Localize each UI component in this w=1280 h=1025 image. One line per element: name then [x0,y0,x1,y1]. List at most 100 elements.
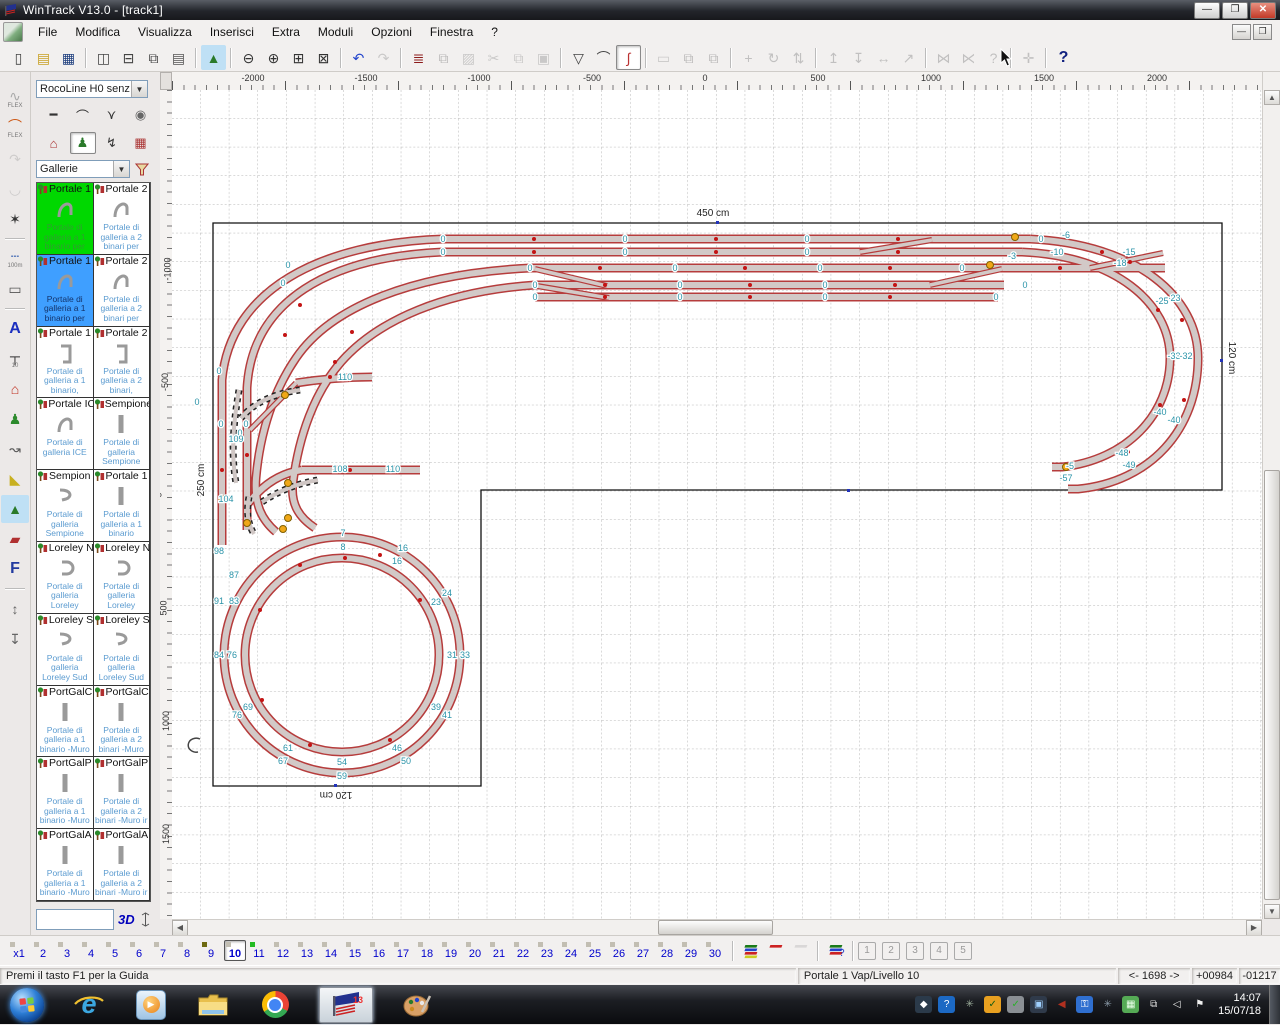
library-item[interactable]: PortGalPPortale di galleria a 1 binario … [37,757,94,829]
level-14-button[interactable]: 14 [320,940,342,961]
mute-icon[interactable]: ◀ [1053,996,1070,1013]
chevron-down-icon[interactable]: ▼ [131,81,147,97]
library-item[interactable]: PortGalAPortale di galleria a 1 binario … [37,829,94,901]
library-item[interactable]: PortGalCPortale di galleria a 1 binario … [37,686,94,758]
level-15-button[interactable]: 15 [344,940,366,961]
flex-20-button[interactable]: ⌒FLEX [1,115,29,143]
level-29-button[interactable]: 29 [680,940,702,961]
active-layer-button[interactable] [763,938,788,963]
flag-icon[interactable]: ⚑ [1191,996,1208,1013]
horizontal-scroll-thumb[interactable] [658,920,773,935]
background-image-button[interactable]: ▲ [201,45,226,70]
level-19-button[interactable]: 19 [440,940,462,961]
library-item[interactable]: Portale 1Portale di galleria a 1 binario… [37,183,94,255]
wmp-icon[interactable]: ▶ [133,988,169,1022]
display-icon[interactable]: ▣ [1030,996,1047,1013]
paint-icon[interactable] [399,988,435,1022]
level-18-button[interactable]: 18 [416,940,438,961]
category-select[interactable]: Gallerie ▼ [36,160,130,178]
level-11-button[interactable]: 11 [248,940,270,961]
level-9-button[interactable]: 9 [200,940,222,961]
library-item[interactable]: PortGalAPortale di galleria a 2 binari -… [94,829,151,901]
library-item[interactable]: Portale 1Portale di galleria a 1 binario… [37,255,94,327]
measure-height-button[interactable]: ↕ [1,595,29,623]
filter-button[interactable]: ▽ [566,45,591,70]
library-item[interactable]: Portale 1Portale di galleria a 1 binario [94,470,151,542]
level-30-button[interactable]: 30 [704,940,726,961]
level-12-button[interactable]: 12 [272,940,294,961]
zoom-all-button[interactable]: ⊠ [311,45,336,70]
level-5-button[interactable]: 5 [104,940,126,961]
taskbar-clock[interactable]: 14:07 15/07/18 [1218,992,1261,1018]
new-wall-button[interactable]: F [1,555,29,583]
library-item[interactable]: Loreley SPortale di galleria Loreley Sud [37,614,94,686]
library-item[interactable]: Portale ICPortale di galleria ICE [37,398,94,470]
library-item[interactable]: Loreley NPortale di galleria Loreley [37,542,94,614]
track-plan-canvas[interactable]: 450 cm120 cm250 cm120 cm0000000000000000… [172,90,1262,919]
chrome-icon[interactable] [257,988,293,1022]
close-button[interactable]: ✕ [1250,2,1276,19]
burner-icon[interactable]: ✳ [1099,996,1116,1013]
new-rectangle-button[interactable]: ▭ [1,275,29,303]
menu-inserisci[interactable]: Inserisci [201,22,263,42]
menu-moduli[interactable]: Moduli [309,22,362,42]
new-file-button[interactable]: ▯ [6,45,31,70]
level-4-button[interactable]: 4 [80,940,102,961]
show-desktop-button[interactable] [1269,985,1280,1024]
library-item[interactable]: Portale 2Portale di galleria a 2 binari … [94,183,151,255]
network-icon[interactable]: ⧉ [1145,996,1162,1013]
zoom-window-button[interactable]: ⊞ [286,45,311,70]
menu-help[interactable]: ? [482,22,507,42]
height-measure-icon[interactable] [139,912,152,927]
new-figure-button[interactable]: ♟ [1,405,29,433]
update-icon[interactable]: ▦ [1122,996,1139,1013]
track-wand-button[interactable]: ✶ [1,205,29,233]
library-item[interactable]: PortGalCPortale di galleria a 2 binari -… [94,686,151,758]
level-3-button[interactable]: 3 [56,940,78,961]
new-terrain-button[interactable]: ◣ [1,465,29,493]
new-text-button[interactable]: A [1,315,29,343]
horizontal-scrollbar[interactable]: ◀ ▶ [172,919,1262,936]
level-7-button[interactable]: 7 [152,940,174,961]
curve-tool-button[interactable]: ⌒ [591,45,616,70]
level-6-button[interactable]: 6 [128,940,150,961]
level-28-button[interactable]: 28 [656,940,678,961]
library-item[interactable]: Portale 1Portale di galleria a 1 binario… [37,327,94,399]
level-22-button[interactable]: 22 [512,940,534,961]
level-10-button[interactable]: 10 [224,940,246,961]
level-13-button[interactable]: 13 [296,940,318,961]
scroll-up-arrow[interactable]: ▲ [1264,90,1280,105]
key-icon[interactable]: ⚿ [1076,996,1093,1013]
library-item[interactable]: Portale 2Portale di galleria a 2 binari … [94,255,151,327]
level-1-button[interactable]: x1 [8,940,30,961]
mdi-minimize-button[interactable]: — [1232,24,1251,40]
menu-extra[interactable]: Extra [263,22,309,42]
print-preview-button[interactable]: ◫ [91,45,116,70]
level-25-button[interactable]: 25 [584,940,606,961]
document-icon[interactable] [3,22,23,42]
all-layers-button[interactable] [738,938,763,963]
flex-tool-button[interactable]: ∫ [616,45,641,70]
dropbox-icon[interactable]: ◆ [915,996,932,1013]
start-button[interactable] [10,988,44,1022]
layer-list-button[interactable]: ? [823,938,848,963]
menu-file[interactable]: File [29,22,66,42]
new-image-button[interactable]: ▲ [1,495,29,523]
vertical-scrollbar[interactable]: ▲ ▼ [1262,72,1280,919]
print-pages-button[interactable]: ⧉ [141,45,166,70]
open-file-button[interactable]: ▤ [31,45,56,70]
control-panel-button[interactable]: ▦ [128,132,154,154]
measure-gradient-button[interactable]: ↧ [1,625,29,653]
zoom-in-button[interactable]: ⊕ [261,45,286,70]
help-tray-icon[interactable]: ? [938,996,955,1013]
context-help-button[interactable]: ? [1051,45,1076,70]
print-button[interactable]: ⊟ [116,45,141,70]
article-search-input[interactable] [36,909,114,930]
3d-label[interactable]: 3D [118,912,135,927]
level-16-button[interactable]: 16 [368,940,390,961]
zoom-out-button[interactable]: ⊖ [236,45,261,70]
level-2-button[interactable]: 2 [32,940,54,961]
library-item[interactable]: Loreley SPortale di galleria Loreley Sud [94,614,151,686]
scroll-left-arrow[interactable]: ◀ [172,920,188,936]
track-system-select[interactable]: RocoLine H0 senz ▼ [36,80,148,98]
